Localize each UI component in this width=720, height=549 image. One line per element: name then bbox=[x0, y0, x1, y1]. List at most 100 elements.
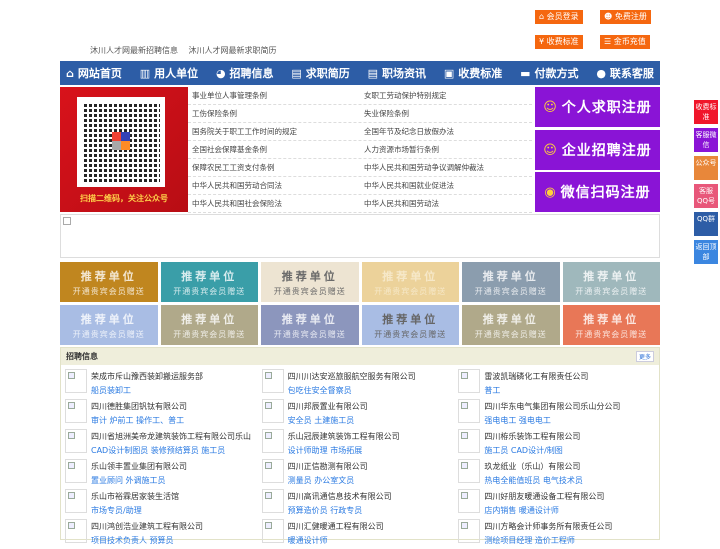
company-logo[interactable] bbox=[261, 369, 284, 393]
company-logo[interactable] bbox=[458, 489, 481, 513]
law-link[interactable]: 工伤保险条例 bbox=[188, 108, 360, 119]
nav-news[interactable]: ▤ 职场资讯 bbox=[368, 65, 426, 81]
nav-payment[interactable]: ▬ 付款方式 bbox=[520, 65, 578, 81]
company-logo[interactable] bbox=[458, 459, 481, 483]
recommended-tile[interactable]: 推荐单位 开通贵宾会员赠送 bbox=[462, 305, 560, 345]
top-button-login[interactable]: ⌂ 会员登录 bbox=[535, 10, 583, 24]
law-link[interactable]: 保障农民工工资支付条例 bbox=[188, 162, 360, 173]
nav-home[interactable]: ⌂ 网站首页 bbox=[66, 65, 122, 81]
company-logo[interactable] bbox=[261, 399, 284, 423]
company-name[interactable]: 四川华东电气集团有限公司乐山分公司 bbox=[484, 401, 620, 412]
company-name[interactable]: 四川德胜集团钒钛有限公司 bbox=[91, 401, 187, 412]
job-positions[interactable]: 暖通设计师 bbox=[288, 535, 384, 546]
company-name[interactable]: 乐山领丰置业集团有限公司 bbox=[91, 461, 187, 472]
job-positions[interactable]: 测量员 办公室文员 bbox=[288, 475, 368, 486]
company-logo[interactable] bbox=[261, 429, 284, 453]
job-positions[interactable]: 热电全能值班员 电气技术员 bbox=[484, 475, 583, 486]
company-logo[interactable] bbox=[458, 429, 481, 453]
job-positions[interactable]: 安全员 土建施工员 bbox=[288, 415, 368, 426]
company-logo[interactable] bbox=[65, 519, 87, 543]
company-name[interactable]: 四川邦辰置业有限公司 bbox=[288, 401, 368, 412]
law-link[interactable]: 女职工劳动保护特别规定 bbox=[360, 90, 532, 101]
company-name[interactable]: 四川省旭洲美帝龙建筑装饰工程有限公司乐山 bbox=[91, 431, 251, 442]
job-positions[interactable]: 审计 炉前工 操作工、普工 bbox=[91, 415, 187, 426]
top-button-register[interactable]: ☻ 免费注册 bbox=[600, 10, 651, 24]
side-float-button[interactable]: 客服QQ号 bbox=[694, 184, 718, 208]
nav-jobs[interactable]: ◕ 招聘信息 bbox=[216, 65, 274, 81]
company-logo[interactable] bbox=[65, 369, 87, 393]
company-name[interactable]: 四川汇健暖通工程有限公司 bbox=[288, 521, 384, 532]
job-positions[interactable]: 店内销售 暖通设计师 bbox=[484, 505, 604, 516]
company-name[interactable]: 四川好朋友暖通设备工程有限公司 bbox=[484, 491, 604, 502]
job-positions[interactable]: 包吃住安全督察员 bbox=[288, 385, 416, 396]
nav-resumes[interactable]: ▤ 求职简历 bbox=[291, 65, 349, 81]
company-logo[interactable] bbox=[261, 489, 284, 513]
law-link[interactable]: 事业单位人事管理条例 bbox=[188, 90, 360, 101]
side-float-button[interactable]: 返回顶部 bbox=[694, 240, 718, 264]
company-logo[interactable] bbox=[458, 399, 481, 423]
latest-resumes-link[interactable]: 沐川人才网最新求职简历 bbox=[189, 46, 277, 55]
company-name[interactable]: 四川鸿创浩业建筑工程有限公司 bbox=[91, 521, 203, 532]
company-logo[interactable] bbox=[261, 519, 284, 543]
law-link[interactable]: 中华人民共和国就业促进法 bbox=[360, 180, 532, 191]
company-logo[interactable] bbox=[261, 459, 284, 483]
job-positions[interactable]: 置业顾问 外调施工员 bbox=[91, 475, 187, 486]
job-positions[interactable]: 预算造价员 行政专员 bbox=[288, 505, 392, 516]
latest-jobs-link[interactable]: 沐川人才网最新招聘信息 bbox=[90, 46, 178, 55]
law-link[interactable]: 全国社会保障基金条例 bbox=[188, 144, 360, 155]
job-positions[interactable]: 强电电工 强电电工 bbox=[484, 415, 620, 426]
law-link[interactable]: 中华人民共和国劳动法 bbox=[360, 198, 532, 209]
register-wechat-button[interactable]: ◉ 微信扫码注册 bbox=[535, 172, 660, 212]
recommended-tile[interactable]: 推荐单位 开通贵宾会员赠送 bbox=[60, 305, 158, 345]
job-positions[interactable]: 施工员 CAD设计/制图 bbox=[484, 445, 580, 456]
law-link[interactable]: 中华人民共和国社会保险法 bbox=[188, 198, 360, 209]
company-logo[interactable] bbox=[458, 519, 481, 543]
job-positions[interactable]: CAD设计制图员 装修预结算员 施工员 bbox=[91, 445, 251, 456]
company-logo[interactable] bbox=[65, 399, 87, 423]
recommended-tile[interactable]: 推荐单位 开通贵宾会员赠送 bbox=[562, 262, 660, 302]
job-positions[interactable]: 普工 bbox=[484, 385, 588, 396]
company-name[interactable]: 四川正信勘测有限公司 bbox=[288, 461, 368, 472]
company-logo[interactable] bbox=[458, 369, 481, 393]
company-logo[interactable] bbox=[65, 489, 87, 513]
job-positions[interactable]: 船员装卸工 bbox=[91, 385, 203, 396]
law-link[interactable]: 失业保险条例 bbox=[360, 108, 532, 119]
recommended-tile[interactable]: 推荐单位 开通贵宾会员赠送 bbox=[160, 305, 258, 345]
law-link[interactable]: 人力资源市场暂行条例 bbox=[360, 144, 532, 155]
side-float-button[interactable]: 客服微信 bbox=[694, 128, 718, 152]
company-name[interactable]: 四川方略会计师事务所有限责任公司 bbox=[484, 521, 612, 532]
company-name[interactable]: 乐山市裕霖居家装生活馆 bbox=[91, 491, 179, 502]
job-positions[interactable]: 测绘项目经理 造价工程师 bbox=[484, 535, 612, 546]
side-float-button[interactable]: 收费标准 bbox=[694, 100, 718, 124]
nav-fees[interactable]: ▣ 收费标准 bbox=[444, 65, 502, 81]
recommended-tile[interactable]: 推荐单位 开通贵宾会员赠送 bbox=[562, 305, 660, 345]
top-button-fees[interactable]: ¥ 收费标准 bbox=[535, 35, 583, 49]
banner-broken-image[interactable] bbox=[60, 214, 660, 258]
company-name[interactable]: 乐山冠辰建筑装饰工程有限公司 bbox=[288, 431, 400, 442]
company-name[interactable]: 四川栫乐装饰工程有限公司 bbox=[484, 431, 580, 442]
company-name[interactable]: 四川川达安巡旅服航空服务有限公司 bbox=[288, 371, 416, 382]
job-positions[interactable]: 市场专员/助理 bbox=[91, 505, 179, 516]
top-button-recharge[interactable]: ☰ 金币充值 bbox=[600, 35, 650, 49]
company-name[interactable]: 荣成市斥山豫西装卸搬运服务部 bbox=[91, 371, 203, 382]
side-float-button[interactable]: QQ群 bbox=[694, 212, 718, 236]
side-float-button[interactable]: 公众号 bbox=[694, 156, 718, 180]
company-logo[interactable] bbox=[65, 429, 87, 453]
company-logo[interactable] bbox=[65, 459, 87, 483]
register-jobseeker-button[interactable]: ☺ 个人求职注册 bbox=[535, 87, 660, 127]
recommended-tile[interactable]: 推荐单位 开通贵宾会员赠送 bbox=[261, 305, 359, 345]
company-name[interactable]: 玖龙纸业（乐山）有限公司 bbox=[484, 461, 583, 472]
recommended-tile[interactable]: 推荐单位 开通贵宾会员赠送 bbox=[60, 262, 158, 302]
recommended-tile[interactable]: 推荐单位 开通贵宾会员赠送 bbox=[361, 262, 459, 302]
recommended-tile[interactable]: 推荐单位 开通贵宾会员赠送 bbox=[160, 262, 258, 302]
job-positions[interactable]: 设计师助理 市场拓展 bbox=[288, 445, 400, 456]
law-link[interactable]: 中华人民共和国劳动争议调解仲裁法 bbox=[360, 162, 532, 173]
more-button[interactable]: 更多 bbox=[635, 351, 654, 362]
nav-contact[interactable]: ● 联系客服 bbox=[596, 65, 654, 81]
nav-employers[interactable]: ▥ 用人单位 bbox=[140, 65, 198, 81]
law-link[interactable]: 中华人民共和国劳动合同法 bbox=[188, 180, 360, 191]
law-link[interactable]: 全国年节及纪念日放假办法 bbox=[360, 126, 532, 137]
recommended-tile[interactable]: 推荐单位 开通贵宾会员赠送 bbox=[261, 262, 359, 302]
law-link[interactable]: 国务院关于职工工作时间的规定 bbox=[188, 126, 360, 137]
company-name[interactable]: 雷波凯瑞磷化工有限责任公司 bbox=[484, 371, 588, 382]
